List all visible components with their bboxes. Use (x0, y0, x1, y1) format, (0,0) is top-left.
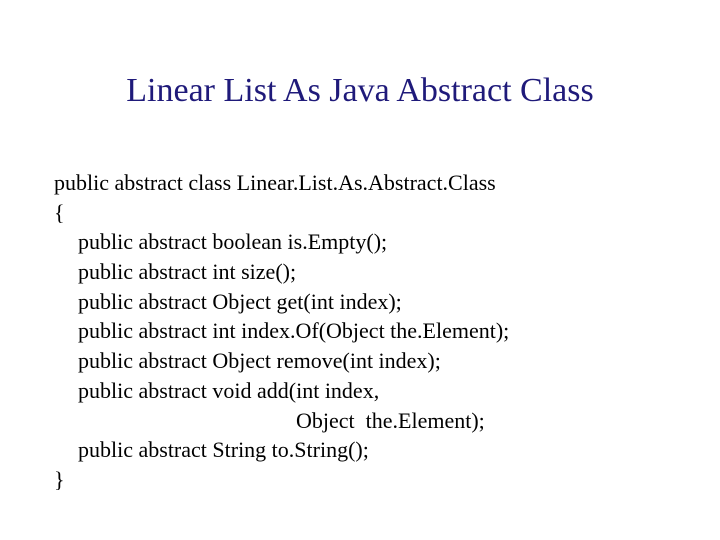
code-block: public abstract class Linear.List.As.Abs… (54, 168, 674, 495)
code-line: public abstract Object get(int index); (54, 287, 674, 317)
code-line: public abstract Object remove(int index)… (54, 346, 674, 376)
code-line: public abstract boolean is.Empty(); (54, 227, 674, 257)
code-line: public abstract int size(); (54, 257, 674, 287)
code-line: } (54, 465, 674, 495)
code-line: public abstract class Linear.List.As.Abs… (54, 168, 674, 198)
code-line: public abstract String to.String(); (54, 435, 674, 465)
code-line: { (54, 198, 674, 228)
code-line: public abstract void add(int index, (54, 376, 674, 406)
slide-title: Linear List As Java Abstract Class (0, 72, 720, 110)
code-line: Object the.Element); (54, 406, 674, 436)
code-line: public abstract int index.Of(Object the.… (54, 316, 674, 346)
slide: Linear List As Java Abstract Class publi… (0, 0, 720, 540)
